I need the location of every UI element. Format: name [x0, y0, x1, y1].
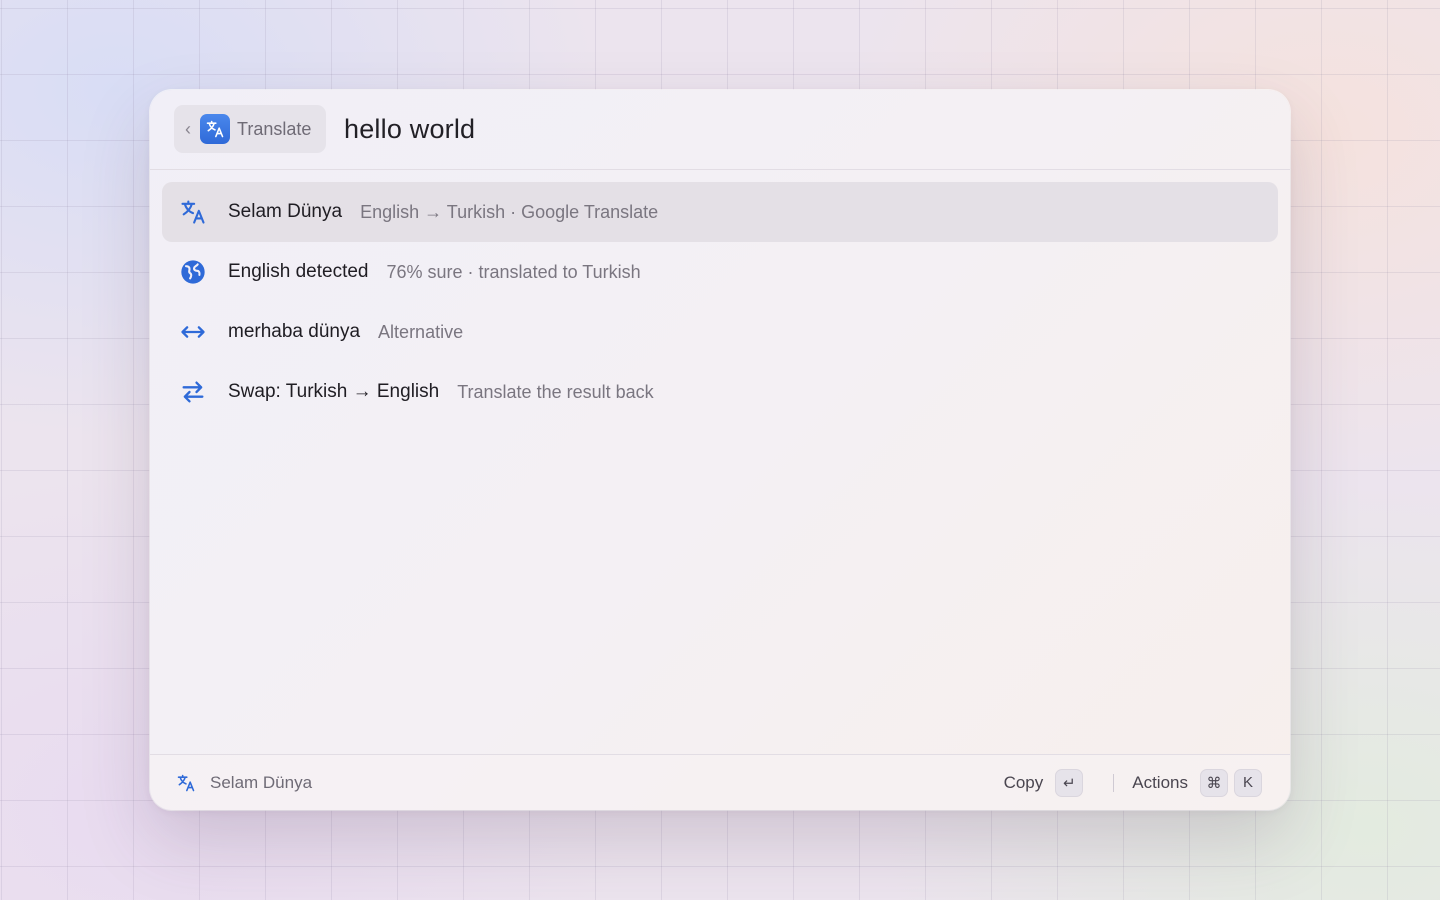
- copy-button[interactable]: Copy: [1004, 773, 1044, 793]
- back-button[interactable]: ‹ Translate: [174, 105, 326, 153]
- translate-app-icon: [200, 114, 230, 144]
- translate-icon: [176, 773, 196, 793]
- result-row-translation[interactable]: Selam Dünya English → Turkish · Google T…: [162, 182, 1278, 242]
- results-list: Selam Dünya English → Turkish · Google T…: [162, 182, 1278, 422]
- divider: [1113, 773, 1115, 792]
- result-title: merhaba dünya: [228, 321, 361, 342]
- result-subtitle: English → Turkish · Google Translate: [360, 201, 659, 222]
- result-title: English detected: [228, 261, 369, 282]
- k-key-hint: K: [1234, 768, 1262, 797]
- extension-label: Translate: [237, 118, 312, 139]
- result-title: Selam Dünya: [228, 201, 343, 222]
- search-input[interactable]: hello world: [344, 114, 475, 145]
- swap-icon: [178, 377, 208, 407]
- result-row-alternative[interactable]: merhaba dünya Alternative: [162, 302, 1278, 362]
- arrow-left-right-icon: [178, 317, 208, 347]
- actions-button[interactable]: Actions: [1132, 773, 1188, 793]
- selection-label: Selam Dünya: [210, 772, 313, 792]
- globe-icon: [178, 257, 208, 287]
- result-subtitle: 76% sure · translated to Turkish: [386, 261, 641, 282]
- chevron-left-icon: ‹: [185, 118, 191, 139]
- translate-icon: [178, 197, 208, 227]
- action-bar: Selam Dünya Copy ↵ Actions ⌘ K: [150, 754, 1290, 810]
- result-title: Swap: Turkish → English: [228, 381, 440, 402]
- result-subtitle: Translate the result back: [457, 381, 654, 402]
- search-header: ‹ Translate hello world: [150, 90, 1290, 170]
- result-row-detected[interactable]: English detected 76% sure · translated t…: [162, 242, 1278, 302]
- launcher-window: ‹ Translate hello world Selam Dünya Engl…: [150, 90, 1290, 810]
- command-key-hint: ⌘: [1200, 768, 1228, 797]
- result-row-swap[interactable]: Swap: Turkish → English Translate the re…: [162, 362, 1278, 422]
- result-subtitle: Alternative: [378, 321, 464, 342]
- enter-key-hint: ↵: [1055, 768, 1084, 797]
